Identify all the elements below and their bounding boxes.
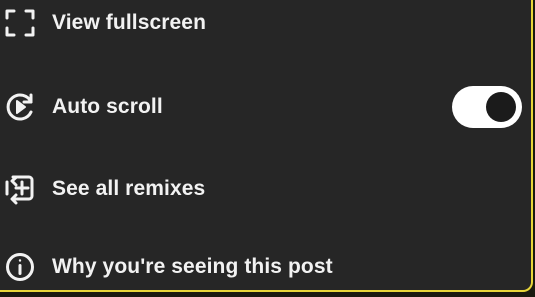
menu-item-view-fullscreen[interactable]: View fullscreen xyxy=(0,0,531,53)
autoscroll-icon xyxy=(4,91,36,123)
fullscreen-icon xyxy=(4,7,36,39)
menu-item-label: See all remixes xyxy=(52,177,206,200)
toggle-knob xyxy=(486,92,516,122)
menu-item-label: View fullscreen xyxy=(52,11,207,34)
menu-item-see-all-remixes[interactable]: See all remixes xyxy=(0,159,531,219)
menu-item-label: Auto scroll xyxy=(52,95,163,118)
info-icon xyxy=(4,251,36,283)
auto-scroll-toggle[interactable] xyxy=(452,86,522,128)
menu-item-label: Why you're seeing this post xyxy=(52,255,333,278)
post-options-menu: View fullscreen Auto scroll See all remi… xyxy=(0,0,533,292)
menu-item-why-seeing-post[interactable]: Why you're seeing this post xyxy=(0,237,531,297)
remix-icon xyxy=(4,173,36,205)
